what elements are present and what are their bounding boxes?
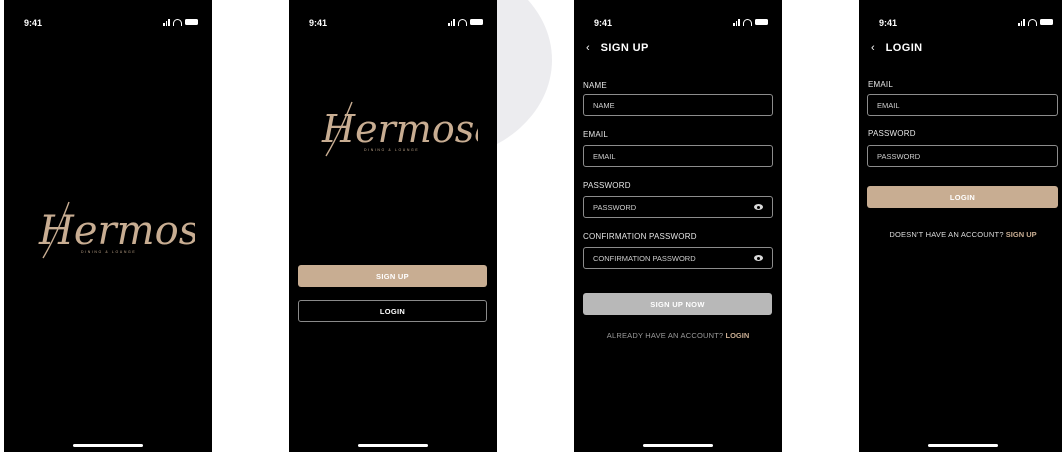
- signal-icon: [1018, 18, 1025, 26]
- email-input[interactable]: [877, 100, 1027, 110]
- battery-icon: [755, 19, 768, 25]
- name-label: NAME: [583, 81, 607, 90]
- status-bar: 9:41: [574, 0, 782, 36]
- wifi-icon: [458, 18, 467, 26]
- wifi-icon: [173, 18, 182, 26]
- home-indicator: [928, 444, 998, 447]
- brand-logo-wordmark: Hermosa: [38, 208, 195, 254]
- status-time: 9:41: [879, 18, 898, 28]
- brand-tagline: DINING & LOUNGE: [81, 250, 137, 254]
- signal-icon: [448, 18, 455, 26]
- status-time: 9:41: [24, 18, 43, 28]
- signal-icon: [163, 18, 170, 26]
- password-field[interactable]: [867, 145, 1058, 167]
- brand-logo-wordmark: Hermosa: [321, 107, 478, 151]
- status-bar: 9:41: [859, 0, 1062, 36]
- login-header: ‹ LOGIN: [871, 42, 923, 54]
- status-bar: 9:41: [4, 0, 212, 36]
- password-input[interactable]: [877, 151, 1027, 161]
- home-indicator: [358, 444, 428, 447]
- password-field[interactable]: [583, 196, 773, 218]
- welcome-screen: 9:41 Hermosa DINING & LOUNGE SIGN UP LOG…: [289, 0, 497, 452]
- eye-icon[interactable]: [754, 204, 763, 210]
- battery-icon: [1040, 19, 1053, 25]
- confirm-password-label: CONFIRMATION PASSWORD: [583, 232, 697, 241]
- password-label: PASSWORD: [583, 181, 631, 190]
- password-label: PASSWORD: [868, 129, 916, 138]
- page-title: SIGN UP: [600, 42, 649, 54]
- splash-screen: 9:41 Hermosa DINING & LOUNGE: [4, 0, 212, 452]
- back-chevron-icon[interactable]: ‹: [871, 42, 875, 54]
- page-title: LOGIN: [885, 42, 923, 54]
- email-field[interactable]: [583, 145, 773, 167]
- login-footer: DOESN'T HAVE AN ACCOUNT? SIGN UP: [859, 230, 1062, 239]
- wifi-icon: [743, 18, 752, 26]
- confirm-password-field[interactable]: [583, 247, 773, 269]
- signup-header: ‹ SIGN UP: [586, 42, 649, 54]
- brand-tagline: DINING & LOUNGE: [364, 148, 420, 152]
- footer-prompt: DOESN'T HAVE AN ACCOUNT?: [889, 230, 1004, 239]
- brand-logo: Hermosa DINING & LOUNGE: [318, 98, 478, 164]
- brand-logo: Hermosa DINING & LOUNGE: [35, 198, 195, 264]
- name-field[interactable]: [583, 94, 773, 116]
- signal-icon: [733, 18, 740, 26]
- status-time: 9:41: [309, 18, 328, 28]
- signup-button[interactable]: SIGN UP: [298, 265, 487, 287]
- password-input[interactable]: [593, 202, 743, 212]
- email-label: EMAIL: [868, 80, 894, 89]
- footer-prompt: ALREADY HAVE AN ACCOUNT?: [606, 331, 724, 340]
- email-input[interactable]: [593, 151, 743, 161]
- back-chevron-icon[interactable]: ‹: [586, 42, 590, 54]
- email-field[interactable]: [867, 94, 1058, 116]
- confirm-password-input[interactable]: [593, 253, 743, 263]
- battery-icon: [185, 19, 198, 25]
- signup-link[interactable]: SIGN UP: [1006, 230, 1037, 239]
- signup-now-button[interactable]: SIGN UP NOW: [583, 293, 772, 315]
- login-button[interactable]: LOGIN: [298, 300, 487, 322]
- battery-icon: [470, 19, 483, 25]
- login-link[interactable]: LOGIN: [726, 331, 750, 340]
- home-indicator: [643, 444, 713, 447]
- home-indicator: [73, 444, 143, 447]
- name-input[interactable]: [593, 100, 743, 110]
- login-screen: 9:41 ‹ LOGIN EMAIL PASSWORD LOGIN DOESN'…: [859, 0, 1062, 452]
- signup-screen: 9:41 ‹ SIGN UP NAME EMAIL PASSWORD CONFI…: [574, 0, 782, 452]
- status-bar: 9:41: [289, 0, 497, 36]
- email-label: EMAIL: [583, 130, 609, 139]
- login-submit-button[interactable]: LOGIN: [867, 186, 1058, 208]
- wifi-icon: [1028, 18, 1037, 26]
- eye-icon[interactable]: [754, 255, 763, 261]
- signup-footer: ALREADY HAVE AN ACCOUNT? LOGIN: [574, 331, 782, 340]
- status-time: 9:41: [594, 18, 613, 28]
